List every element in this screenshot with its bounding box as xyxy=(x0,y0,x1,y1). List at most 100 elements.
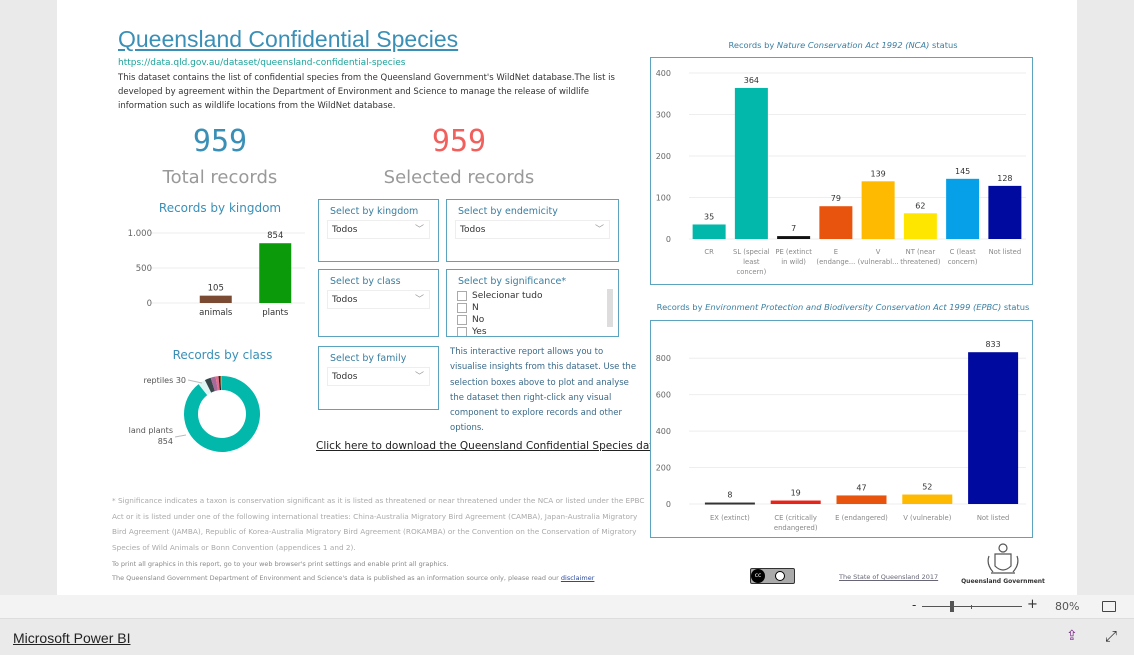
data-label: 7 xyxy=(791,224,796,233)
bar[interactable] xyxy=(902,494,953,504)
bar[interactable] xyxy=(903,213,937,239)
report-title-link[interactable]: Queensland Confidential Species xyxy=(118,26,458,53)
creative-commons-badge[interactable]: cc xyxy=(750,568,795,584)
footer-bar: Microsoft Power BI ⇪ ⤢ xyxy=(0,619,1134,655)
y-tick-label: 600 xyxy=(656,391,671,400)
checkbox[interactable] xyxy=(457,315,467,325)
bar[interactable] xyxy=(968,352,1019,504)
option-label: Yes xyxy=(472,327,487,337)
y-tick-label: 200 xyxy=(656,152,671,161)
checkbox[interactable] xyxy=(457,327,467,336)
fit-to-page-icon[interactable] xyxy=(1102,601,1116,612)
selected-records-value: 959 xyxy=(431,124,487,159)
zoom-slider[interactable] xyxy=(922,606,1022,607)
chevron-down-icon: ﹀ xyxy=(594,225,604,235)
bar[interactable] xyxy=(259,243,292,303)
y-tick-label: 0 xyxy=(147,299,152,309)
zoom-slider-midmark xyxy=(971,605,972,609)
bar[interactable] xyxy=(770,500,821,504)
checkbox[interactable] xyxy=(457,303,467,313)
significance-option-n[interactable]: N xyxy=(457,302,542,314)
queensland-government-logo: Queensland Government xyxy=(958,542,1048,585)
family-dropdown[interactable]: Todos ﹀ xyxy=(327,367,430,386)
zoom-slider-thumb[interactable] xyxy=(950,601,954,612)
significance-slicer: Select by significance* Selecionar tudo … xyxy=(446,269,619,337)
power-bi-link[interactable]: Microsoft Power BI xyxy=(13,630,130,646)
data-label: 8 xyxy=(727,491,732,500)
significance-option-yes[interactable]: Yes xyxy=(457,326,542,337)
endemicity-slicer-label: Select by endemicity xyxy=(458,206,558,217)
bar[interactable] xyxy=(836,495,887,504)
bar[interactable] xyxy=(988,185,1022,239)
total-records-value: 959 xyxy=(192,124,248,159)
class-chart-title: Records by class xyxy=(172,348,273,362)
data-label: 145 xyxy=(955,167,970,176)
significance-footnote: * Significance indicates a taxon is cons… xyxy=(112,496,645,552)
bar[interactable] xyxy=(734,87,768,239)
title-act: Environment Protection and Biodiversity … xyxy=(705,302,1002,312)
kingdom-chart[interactable]: 0 500 1.000 105 animals 854 plants xyxy=(110,220,310,320)
epbc-chart[interactable]: 0 200 400 600 800 8 EX (extinct) 19 CE (critical… xyxy=(651,321,1032,537)
y-tick-label: 500 xyxy=(136,264,152,274)
kingdom-dropdown-value: Todos xyxy=(332,225,358,235)
kingdom-slicer: Select by kingdom Todos ﹀ xyxy=(318,199,439,262)
significance-option-no[interactable]: No xyxy=(457,314,542,326)
title-act: Nature Conservation Act 1992 (NCA) xyxy=(776,40,930,50)
chevron-down-icon: ﹀ xyxy=(414,225,424,235)
class-dropdown[interactable]: Todos ﹀ xyxy=(327,290,430,309)
x-tick-label: NT (near xyxy=(906,248,936,256)
y-tick-label: 0 xyxy=(666,235,671,244)
endemicity-dropdown[interactable]: Todos ﹀ xyxy=(455,220,610,239)
title-prefix: Records by xyxy=(728,40,777,50)
zoom-bar: - + 80% xyxy=(0,595,1134,619)
share-icon[interactable]: ⇪ xyxy=(1066,628,1078,644)
bar[interactable] xyxy=(704,502,755,505)
x-tick-label: concern) xyxy=(736,268,766,276)
slice-label-reptiles: reptiles 30 xyxy=(143,376,186,385)
zoom-out-button[interactable]: - xyxy=(912,598,916,612)
bar[interactable] xyxy=(861,181,895,239)
chevron-down-icon: ﹀ xyxy=(414,295,424,305)
x-tick-label: (endange... xyxy=(816,258,855,266)
dataset-url: https://data.qld.gov.au/dataset/queensla… xyxy=(118,58,406,68)
bar[interactable] xyxy=(199,295,232,303)
bar[interactable] xyxy=(777,236,811,239)
data-label: 79 xyxy=(831,194,841,203)
data-label: 52 xyxy=(922,483,932,492)
x-tick-label: CE (critically xyxy=(774,514,817,522)
significance-scrollbar[interactable] xyxy=(607,289,613,327)
attribution-icon xyxy=(775,571,785,581)
bar[interactable] xyxy=(819,206,853,239)
y-tick-label: 400 xyxy=(656,427,671,436)
bar[interactable] xyxy=(692,224,726,239)
x-tick-label: plants xyxy=(262,308,289,318)
title-suffix: status xyxy=(1001,302,1030,312)
endemicity-slicer: Select by endemicity Todos ﹀ xyxy=(446,199,619,262)
title-prefix: Records by xyxy=(656,302,706,312)
y-tick-label: 0 xyxy=(666,500,671,509)
fullscreen-icon[interactable]: ⤢ xyxy=(1105,627,1117,645)
cc-icon: cc xyxy=(751,569,765,583)
endemicity-dropdown-value: Todos xyxy=(460,225,486,235)
leader-line xyxy=(174,434,187,438)
class-slicer-label: Select by class xyxy=(330,276,401,287)
class-slicer: Select by class Todos ﹀ xyxy=(318,269,439,337)
bar[interactable] xyxy=(946,178,980,239)
class-donut-chart[interactable]: reptiles 30 land plants 854 xyxy=(110,365,310,460)
data-label: 62 xyxy=(915,201,925,210)
y-tick-label: 300 xyxy=(656,111,671,120)
x-tick-label: SL (special xyxy=(733,248,770,256)
nca-chart[interactable]: 0 100 200 300 400 35 CR 364 SL (special least conc… xyxy=(651,58,1032,284)
x-tick-label: concern) xyxy=(948,258,978,266)
zoom-in-button[interactable]: + xyxy=(1027,597,1038,612)
significance-option-select-all[interactable]: Selecionar tudo xyxy=(457,290,542,302)
copyright-link[interactable]: The State of Queensland 2017 xyxy=(839,573,938,581)
download-dataset-link[interactable]: Click here to download the Queensland Co… xyxy=(316,440,679,452)
x-tick-label: threatened) xyxy=(900,258,941,266)
checkbox[interactable] xyxy=(457,291,467,301)
kingdom-dropdown[interactable]: Todos ﹀ xyxy=(327,220,430,239)
x-tick-label: PE (extinct xyxy=(775,248,812,256)
disclaimer-link[interactable]: disclaimer xyxy=(561,574,595,582)
leader-line xyxy=(187,379,203,384)
slice-label-land-plants: land plants xyxy=(129,426,173,435)
